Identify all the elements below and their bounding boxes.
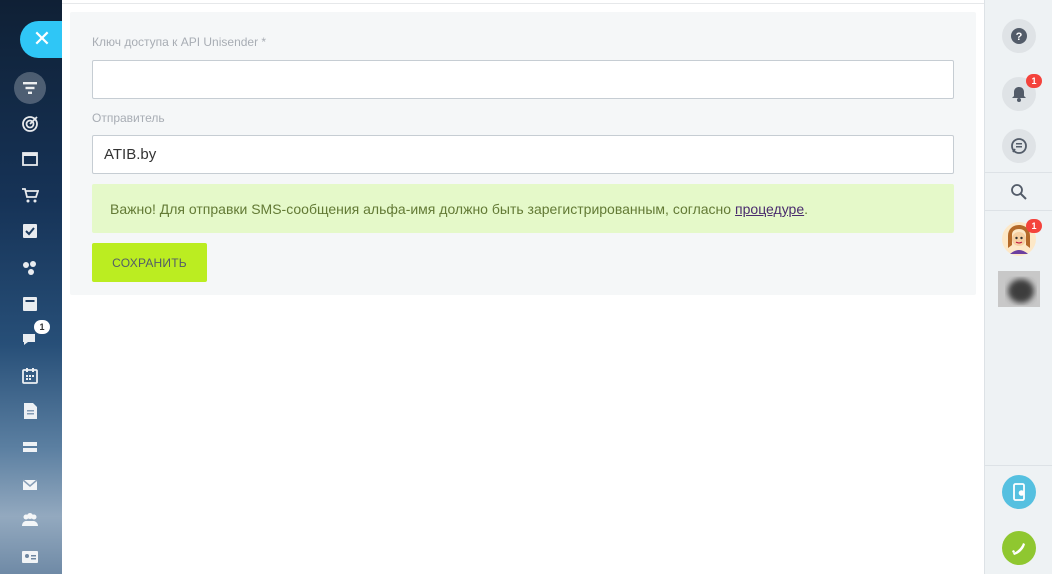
sidebar-item-target[interactable] [14,110,46,138]
sidebar-item-storage[interactable] [14,433,46,461]
settings-form: Ключ доступа к API Unisender * Отправите… [70,12,976,295]
search-button[interactable] [1002,175,1036,209]
help-icon: ? [1011,28,1027,44]
chat-list-icon [1011,138,1027,154]
sidebar-item-card[interactable] [14,290,46,318]
target-icon [22,116,38,132]
sidebar-item-documents[interactable] [14,397,46,425]
sidebar-item-mail[interactable] [14,471,46,499]
blurred-avatar-image [998,271,1040,307]
sidebar-item-contacts[interactable] [14,543,46,571]
open-lines-button[interactable] [1002,129,1036,163]
search-icon [1011,184,1027,200]
sidebar-item-analytics[interactable] [14,254,46,282]
mail-icon [22,479,38,490]
sidebar-item-window[interactable] [14,145,46,173]
storage-icon [23,442,37,452]
checkbox-icon [23,224,37,238]
window-icon [22,152,38,166]
sidebar-item-chat[interactable]: 1 [14,320,50,354]
document-icon [24,403,37,419]
sidebar-item-filter[interactable] [14,72,46,104]
chat-badge: 1 [34,320,50,334]
api-key-input[interactable] [92,60,954,99]
sender-label: Отправитель [92,111,165,125]
user-avatar-blurred[interactable] [998,271,1040,307]
sidebar-item-tasks[interactable] [14,217,46,245]
right-divider [985,210,1052,211]
sender-input[interactable] [92,135,954,174]
bell-icon [1012,87,1026,102]
right-divider [985,172,1052,173]
filter-icon [23,82,37,94]
avatar-badge: 1 [1026,219,1042,233]
notice-banner: Важно! Для отправки SMS-сообщения альфа-… [92,184,954,233]
help-button[interactable]: ? [1002,19,1036,53]
notice-text: Важно! Для отправки SMS-сообщения альфа-… [110,200,732,217]
call-button[interactable] [1002,531,1036,565]
mobile-app-button[interactable] [1002,475,1036,509]
notifications-button[interactable]: 1 [1002,74,1042,111]
group-icon [22,513,38,526]
left-sidebar: ✕ 1 [0,0,66,574]
sidebar-item-calendar[interactable] [14,362,46,390]
notice-tail: . [804,200,809,217]
svg-text:?: ? [1016,31,1023,43]
close-icon: ✕ [32,27,52,52]
card-icon [23,297,37,311]
cart-icon [22,188,39,203]
phone-icon [1012,543,1025,555]
notifications-badge: 1 [1026,74,1042,88]
chat-icon [23,334,35,345]
procedure-link[interactable]: процедуре [735,201,804,217]
user-avatar[interactable]: 1 [1002,219,1042,256]
sidebar-item-cart[interactable] [14,181,46,209]
pie-chart-icon [23,261,36,275]
mobile-icon [1013,483,1025,501]
api-key-label: Ключ доступа к API Unisender * [92,35,267,49]
main-content: Ключ доступа к API Unisender * Отправите… [62,4,984,574]
save-button[interactable]: СОХРАНИТЬ [92,243,207,282]
right-divider [985,465,1052,466]
close-button[interactable]: ✕ [20,21,66,58]
sidebar-item-group[interactable] [14,506,46,534]
right-sidebar: ? 1 1 [984,0,1052,574]
calendar-icon [22,368,38,384]
contact-card-icon [22,551,38,563]
